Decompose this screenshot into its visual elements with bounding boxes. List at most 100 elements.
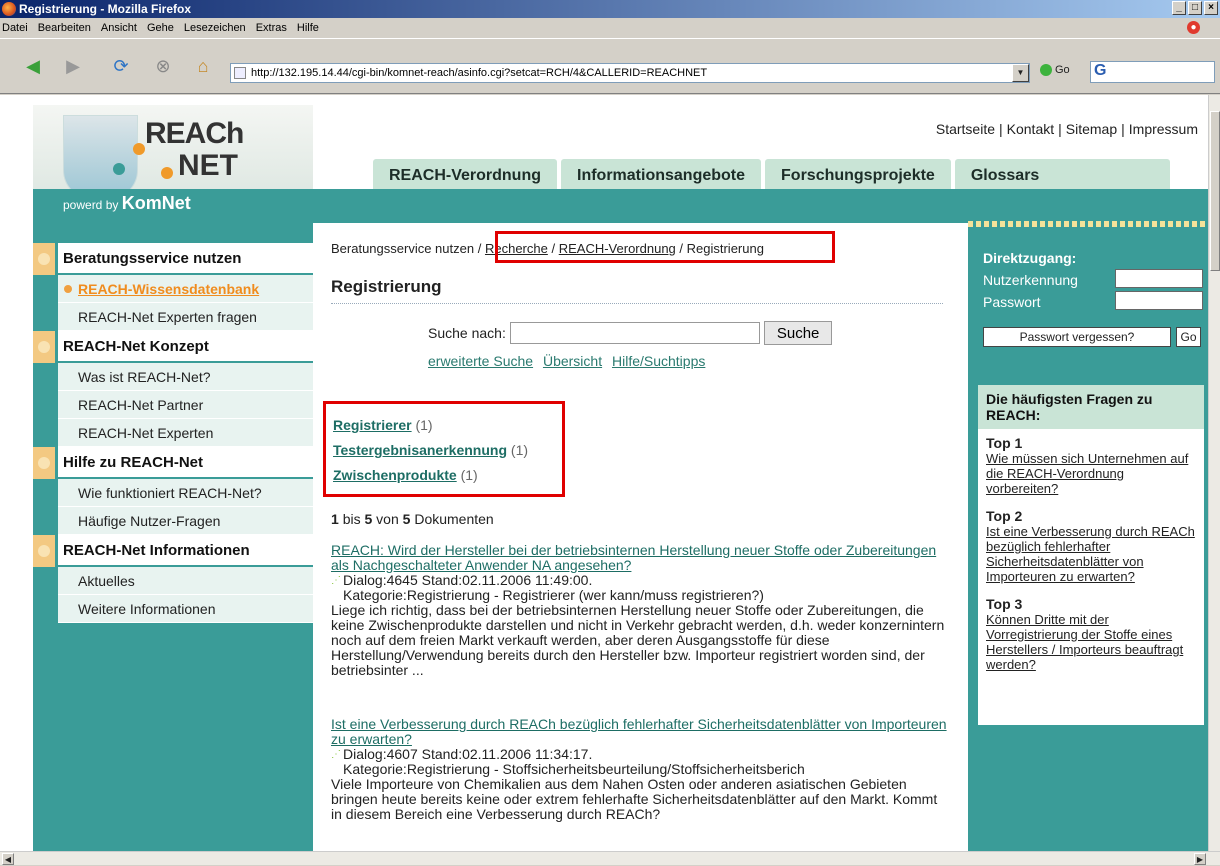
search-links: erweiterte Suche Übersicht Hilfe/Suchtip… — [428, 353, 711, 369]
search-engine-box[interactable]: G — [1090, 61, 1215, 83]
sidebar-header-beratungsservice[interactable]: Beratungsservice nutzen — [33, 243, 313, 275]
logo-text-reach: REACh — [145, 117, 244, 150]
login-go-button[interactable]: Go — [1176, 327, 1201, 347]
link-startseite[interactable]: Startseite — [936, 121, 995, 137]
stop-icon[interactable]: ⊗ — [150, 53, 176, 79]
password-field[interactable] — [1115, 291, 1203, 310]
menu-gehe[interactable]: Gehe — [147, 22, 174, 34]
sidebar-item-aktuelles[interactable]: Aktuelles — [58, 567, 313, 595]
search-button[interactable]: Suche — [763, 321, 833, 345]
result-count: 1 bis 5 von 5 Dokumenten — [331, 511, 494, 527]
count-bis: bis — [342, 511, 361, 527]
faq-link[interactable]: Können Dritte mit der Vorregistrierung d… — [978, 612, 1204, 672]
sidebar-item-partner[interactable]: REACH-Net Partner — [58, 391, 313, 419]
logo-dot — [161, 167, 173, 179]
result-meta: Kategorie:Registrierung - Stoffsicherhei… — [331, 762, 951, 777]
link-impressum[interactable]: Impressum — [1129, 121, 1198, 137]
result-title[interactable]: REACH: Wird der Hersteller bei der betri… — [331, 543, 951, 573]
tab-informationsangebote[interactable]: Informationsangebote — [561, 159, 762, 189]
count-suffix: Dokumenten — [414, 511, 494, 527]
result-item: REACH: Wird der Hersteller bei der betri… — [331, 543, 951, 678]
stop-loading-icon[interactable]: ● — [1187, 21, 1200, 34]
powered-by: powerd by KomNet — [63, 193, 191, 214]
minimize-button[interactable]: _ — [1172, 1, 1186, 15]
url-dropdown-icon[interactable]: ▼ — [1012, 64, 1029, 82]
link-sitemap[interactable]: Sitemap — [1066, 121, 1117, 137]
sidebar-header-hilfe[interactable]: Hilfe zu REACH-Net — [33, 447, 313, 479]
sidebar-item-experten[interactable]: REACH-Net Experten — [58, 419, 313, 447]
tab-reach-verordnung[interactable]: REACH-Verordnung — [373, 159, 557, 189]
count-von: von — [376, 511, 399, 527]
faq-label: Top 3 — [986, 596, 1023, 612]
link-erweiterte-suche[interactable]: erweiterte Suche — [428, 353, 533, 369]
logo-dot — [133, 143, 145, 155]
home-icon[interactable]: ⌂ — [190, 53, 216, 79]
navigation-toolbar: ◀ ▶ ⟳ ⊗ ⌂ http://132.195.14.44/cgi-bin/k… — [0, 38, 1220, 94]
username-field[interactable] — [1115, 269, 1203, 288]
count-total: 5 — [402, 511, 411, 527]
forward-icon[interactable]: ▶ — [60, 53, 86, 79]
result-category: Kategorie:Registrierung - Stoffsicherhei… — [343, 761, 805, 777]
main-tabs: REACH-Verordnung Informationsangebote Fo… — [373, 159, 1174, 189]
menu-extras[interactable]: Extras — [256, 22, 287, 34]
tab-glossars[interactable]: Glossars — [954, 159, 1170, 189]
faq-title: Die häufigsten Fragen zu REACH: — [978, 385, 1204, 429]
scroll-left-icon[interactable]: ◀ — [2, 853, 14, 865]
category-count: (1) — [510, 442, 529, 458]
search-input[interactable] — [509, 322, 760, 344]
category-zwischenprodukte[interactable]: Zwischenprodukte — [333, 467, 457, 483]
menu-hilfe[interactable]: Hilfe — [297, 22, 319, 34]
menu-ansicht[interactable]: Ansicht — [101, 22, 137, 34]
category-list: Registrierer (1) Testergebnisanerkennung… — [333, 413, 528, 488]
url-field[interactable]: http://132.195.14.44/cgi-bin/komnet-reac… — [230, 63, 1030, 83]
direct-access-title: Direktzugang: — [983, 250, 1077, 266]
horizontal-scrollbar[interactable]: ◀ ▶ — [0, 851, 1220, 865]
sidebar-item-wie-funktioniert[interactable]: Wie funktioniert REACH-Net? — [58, 479, 313, 507]
user-label: Nutzerkennung — [983, 272, 1078, 288]
maximize-button[interactable]: □ — [1188, 1, 1202, 15]
faq-link[interactable]: Wie müssen sich Unternehmen auf die REAC… — [978, 451, 1204, 496]
dots-icon: ⋰ — [331, 575, 341, 586]
go-button[interactable]: Go — [1040, 64, 1070, 76]
menu-bearbeiten[interactable]: Bearbeiten — [38, 22, 91, 34]
menu-bar: Datei Bearbeiten Ansicht Gehe Lesezeiche… — [0, 18, 1220, 38]
link-kontakt[interactable]: Kontakt — [1007, 121, 1054, 137]
page-content: REACh NET Startseite | Kontakt | Sitemap | Imp… — [33, 95, 1208, 851]
menu-datei[interactable]: Datei — [2, 22, 28, 34]
close-button[interactable]: × — [1204, 1, 1218, 15]
sidebar-item-haeufige-fragen[interactable]: Häufige Nutzer-Fragen — [58, 507, 313, 535]
faq-label: Top 1 — [986, 435, 1023, 451]
faq-link[interactable]: Ist eine Verbesserung durch REACh bezügl… — [978, 524, 1204, 584]
category-testergebnisanerkennung[interactable]: Testergebnisanerkennung — [333, 442, 507, 458]
sidebar-header-konzept[interactable]: REACH-Net Konzept — [33, 331, 313, 363]
sidebar-item-experten-fragen[interactable]: REACH-Net Experten fragen — [58, 303, 313, 331]
link-hilfe-suchtipps[interactable]: Hilfe/Suchtipps — [612, 353, 705, 369]
category-item: Testergebnisanerkennung (1) — [333, 438, 528, 463]
result-body: Liege ich richtig, dass bei der betriebs… — [331, 602, 945, 678]
page-icon — [234, 67, 246, 79]
menu-lesezeichen[interactable]: Lesezeichen — [184, 22, 246, 34]
tab-forschungsprojekte[interactable]: Forschungsprojekte — [765, 159, 951, 189]
sidebar-item-weitere[interactable]: Weitere Informationen — [58, 595, 313, 623]
komnet-brand: KomNet — [121, 193, 191, 213]
reload-icon[interactable]: ⟳ — [108, 53, 134, 79]
category-count: (1) — [415, 417, 433, 433]
teal-bar — [33, 189, 1208, 223]
faq-box: Die häufigsten Fragen zu REACH: Top 1 Wi… — [978, 385, 1204, 725]
forgot-password-button[interactable]: Passwort vergessen? — [983, 327, 1171, 347]
result-title[interactable]: Ist eine Verbesserung durch REACh bezügl… — [331, 717, 951, 747]
category-item: Zwischenprodukte (1) — [333, 463, 528, 488]
sidebar-item-was-ist[interactable]: Was ist REACH-Net? — [58, 363, 313, 391]
category-registrierer[interactable]: Registrierer — [333, 417, 412, 433]
scroll-right-icon[interactable]: ▶ — [1194, 853, 1206, 865]
sidebar-header-informationen[interactable]: REACH-Net Informationen — [33, 535, 313, 567]
login-row: Passwort — [983, 291, 1203, 313]
category-item: Registrierer (1) — [333, 413, 528, 438]
back-icon[interactable]: ◀ — [20, 53, 46, 79]
link-uebersicht[interactable]: Übersicht — [543, 353, 602, 369]
scroll-thumb[interactable] — [1210, 111, 1220, 271]
sidebar-item-wissensdatenbank[interactable]: REACH-Wissensdatenbank — [58, 275, 313, 303]
go-label: Go — [1055, 64, 1070, 76]
count-from: 1 — [331, 511, 339, 527]
vertical-scrollbar[interactable] — [1208, 95, 1220, 851]
